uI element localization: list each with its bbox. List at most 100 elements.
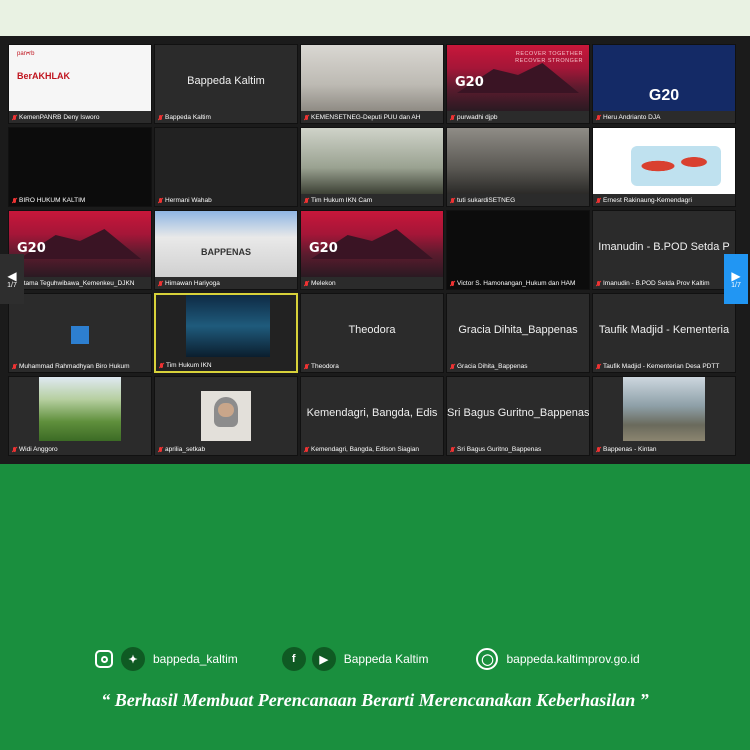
globe-icon[interactable]: ◯ [476, 648, 499, 670]
participant-name: Kemendagri, Bangda, Edison Siagian [311, 446, 420, 453]
participant-tile[interactable]: G20 Melekon [300, 210, 444, 290]
building-background: BAPPENAS [155, 211, 297, 277]
mic-muted-icon [596, 280, 601, 287]
camera-video [39, 377, 121, 441]
participant-tile[interactable]: Victor S. Hamonangan_Hukum dan HAM [446, 210, 590, 290]
participant-tile[interactable]: pan•rb BerAKHLAK KemenPANRB Deny Isworo [8, 44, 152, 124]
participant-name-label: Victor S. Hamonangan_Hukum dan HAM [450, 280, 586, 287]
participant-name-label: Muhammad Rahmadhyan Biro Hukum [12, 363, 148, 370]
next-page-button[interactable]: ▶ 1/7 [724, 254, 748, 304]
participant-name-label: Theodora [304, 363, 440, 370]
g20-background: RECOVER TOGETHER RECOVER STRONGER G20 [447, 45, 589, 111]
participant-name-label: Hermani Wahab [158, 197, 294, 204]
participant-tile[interactable]: tuti sukardiSETNEG [446, 127, 590, 207]
participant-name: Hermani Wahab [165, 197, 212, 204]
participant-name: Muhammad Rahmadhyan Biro Hukum [19, 363, 130, 370]
participant-tile[interactable]: RECOVER TOGETHER RECOVER STRONGER G20 purw… [446, 44, 590, 124]
top-band [0, 0, 750, 36]
page-indicator-right: 1/7 [731, 281, 741, 289]
participant-tile[interactable]: Bappeda Kaltim Bappeda Kaltim [154, 44, 298, 124]
mic-muted-icon [158, 114, 163, 121]
g20-logo-text: G20 [648, 87, 680, 104]
mic-muted-icon [12, 197, 17, 204]
participant-tile[interactable]: Hermani Wahab [154, 127, 298, 207]
participant-tile[interactable]: Muhammad Rahmadhyan Biro Hukum [8, 293, 152, 373]
participant-tile[interactable]: BAPPENAS Himawan Hariyoga [154, 210, 298, 290]
participant-name: aprilia_setkab [165, 446, 206, 453]
g20-logo-text: G20 [309, 241, 338, 256]
participant-name: Bappenas - Kintan [603, 446, 657, 453]
participant-name-label: Ernest Rakinaung-Kemendagri [596, 197, 732, 204]
g20-logo-text: G20 [455, 75, 484, 90]
participant-display-name: Sri Bagus Guritno_Bappenas [447, 407, 589, 419]
tagline: “ Berhasil Membuat Perencanaan Berarti M… [101, 690, 649, 710]
participant-tile[interactable]: Imanudin - B.POD Setda P Imanudin - B.POD… [592, 210, 736, 290]
chevron-right-icon: ▶ [731, 268, 741, 283]
mic-muted-icon [304, 114, 309, 121]
g20-background: G20 [9, 211, 151, 277]
camera-video [186, 295, 270, 357]
participant-tile[interactable]: Tim Hukum IKN Cam [300, 127, 444, 207]
participant-tile[interactable]: Bappenas - Kintan [592, 376, 736, 456]
participant-name: Heru Andrianto DJA [603, 114, 661, 121]
mic-muted-icon [596, 363, 601, 370]
participant-name: Taufik Madjid - Kementerian Desa PDTT [603, 363, 720, 370]
participant-name-label: Bappeda Kaltim [158, 114, 294, 121]
social-links-row: ✦ bappeda_kaltim f ▶ Bappeda Kaltim ◯ ba… [0, 644, 750, 674]
facebook-youtube-handle[interactable]: Bappeda Kaltim [344, 652, 429, 666]
participant-name: Tim Hukum IKN [166, 362, 212, 369]
mic-muted-icon [450, 280, 455, 287]
youtube-icon[interactable]: ▶ [311, 647, 336, 671]
participant-tile[interactable]: Taufik Madjid - Kementeria Taufik Madjid … [592, 293, 736, 373]
participant-name-label: BIRO HUKUM KALTIM [12, 197, 148, 204]
participant-tile[interactable]: Ernest Rakinaung-Kemendagri [592, 127, 736, 207]
mic-muted-icon [12, 446, 17, 453]
building-sign: BAPPENAS [200, 247, 251, 257]
participant-tile[interactable]: Theodora Theodora [300, 293, 444, 373]
participant-name: Tim Hukum IKN Cam [311, 197, 373, 204]
instagram-twitter-handle[interactable]: bappeda_kaltim [153, 652, 238, 666]
participant-name: Ernest Rakinaung-Kemendagri [603, 197, 692, 204]
participant-name-label: Himawan Hariyoga [158, 280, 294, 287]
g20-background: G20 [301, 211, 443, 277]
participant-name: Widi Anggoro [19, 446, 58, 453]
participant-tile[interactable]: G20 Heru Andrianto DJA [592, 44, 736, 124]
participant-tile[interactable]: BIRO HUKUM KALTIM [8, 127, 152, 207]
website-link[interactable]: bappeda.kaltimprov.go.id [506, 652, 639, 666]
camera-video [623, 377, 705, 441]
participant-name-label: KemenPANRB Deny Isworo [12, 114, 148, 121]
prev-page-button[interactable]: ◀ 1/7 [0, 254, 24, 304]
participant-name-label: Tim Hukum IKN Cam [304, 197, 440, 204]
participant-name-label: Tim Hukum IKN [159, 362, 293, 369]
participant-tile[interactable]: Widi Anggoro [8, 376, 152, 456]
mic-muted-icon [450, 446, 455, 453]
facebook-icon[interactable]: f [281, 647, 306, 671]
participant-tile[interactable]: Gracia Dihita_Bappenas Gracia Dihita_Bapp… [446, 293, 590, 373]
camera-video [447, 128, 589, 194]
mic-muted-icon [596, 446, 601, 453]
participant-tile[interactable]: G20 Utama Teguhwibawa_Kemenkeu_DJKN [8, 210, 152, 290]
participant-name: Melekon [311, 280, 336, 287]
participant-name-label: Imanudin - B.POD Setda Prov Kaltim [596, 280, 732, 287]
twitter-icon[interactable]: ✦ [121, 647, 145, 671]
mic-muted-icon [158, 197, 163, 204]
participant-tile[interactable]: KEMENSETNEG-Deputi PUU dan AH [300, 44, 444, 124]
instagram-icon[interactable] [95, 650, 113, 668]
slide-title: BerAKHLAK [17, 71, 71, 81]
mic-muted-icon [158, 280, 163, 287]
participant-name: KEMENSETNEG-Deputi PUU dan AH [311, 114, 421, 121]
participant-tile[interactable]: Sri Bagus Guritno_Bappenas Sri Bagus Guri… [446, 376, 590, 456]
participant-tile[interactable]: Kemendagri, Bangda, Edis Kemendagri, Bang… [300, 376, 444, 456]
mic-muted-icon [450, 197, 455, 204]
mic-muted-icon [12, 114, 17, 121]
participant-tile[interactable]: Tim Hukum IKN [154, 293, 298, 373]
participant-display-name: Theodora [348, 324, 396, 336]
participant-name-label: Gracia Dihita_Bappenas [450, 363, 586, 370]
mic-muted-icon [450, 363, 455, 370]
mic-muted-icon [450, 114, 455, 121]
participant-display-name: Imanudin - B.POD Setda P [598, 241, 730, 253]
participant-name: Utama Teguhwibawa_Kemenkeu_DJKN [19, 280, 135, 287]
participant-tile[interactable]: aprilia_setkab [154, 376, 298, 456]
video-meeting-gallery: pan•rb BerAKHLAK KemenPANRB Deny Isworo Bap… [0, 36, 750, 464]
participant-name: tuti sukardiSETNEG [457, 197, 516, 204]
